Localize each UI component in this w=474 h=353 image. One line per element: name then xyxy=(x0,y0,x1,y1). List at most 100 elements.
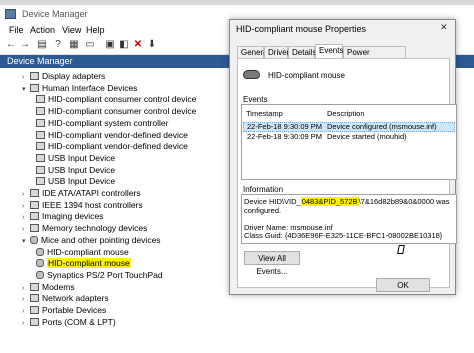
tree-item-label: IEEE 1394 host controllers xyxy=(42,199,143,210)
tree-category[interactable]: › IEEE 1394 host controllers xyxy=(22,200,143,211)
device-icon xyxy=(36,177,45,186)
device-icon xyxy=(36,130,45,139)
info-line-class-guid: Class Guid: {4D36E96F-E325-11CE-BFC1-080… xyxy=(244,231,443,240)
tree-category[interactable]: › Modems xyxy=(22,282,75,293)
tree-item-label: HID-compliant consumer control device xyxy=(48,94,197,105)
mouse-icon xyxy=(30,235,38,244)
mouse-icon xyxy=(36,270,44,279)
device-icon xyxy=(30,72,39,80)
mouse-icon xyxy=(36,247,44,256)
device-icon xyxy=(30,282,39,291)
expand-arrow-icon[interactable]: › xyxy=(22,212,30,223)
device-icon xyxy=(36,95,45,104)
collapse-arrow-icon[interactable]: ▾ xyxy=(22,84,30,95)
tree-device[interactable]: USB Input Device xyxy=(36,153,115,164)
tab-details[interactable]: Details xyxy=(288,46,316,58)
view-all-events-button[interactable]: View All Events... xyxy=(244,251,300,276)
header-label: Device Manager xyxy=(7,56,73,66)
tree-device[interactable]: HID-compliant vendor-defined device xyxy=(36,141,188,152)
menu-file[interactable]: File xyxy=(9,25,24,35)
tree-device[interactable]: HID-compliant system controller xyxy=(36,118,168,129)
device-icon xyxy=(36,118,45,127)
tree-device[interactable]: HID-compliant consumer control device xyxy=(36,106,196,117)
tree-item-label: HID-compliant mouse xyxy=(47,258,131,269)
highlighted-vid-pid: 0483&PID_572B xyxy=(300,197,359,206)
device-icon xyxy=(30,294,39,303)
tree-item-label: USB Input Device xyxy=(48,164,116,175)
expand-arrow-icon[interactable]: › xyxy=(22,294,30,305)
ok-button[interactable]: OK xyxy=(376,278,430,292)
tree-device[interactable]: HID-compliant consumer control device xyxy=(36,94,196,105)
help-icon[interactable]: ? xyxy=(52,39,64,51)
tree-item-label: Modems xyxy=(42,281,75,292)
update-driver-icon[interactable]: ▣ xyxy=(104,39,116,51)
device-icon xyxy=(30,212,39,221)
tab-general[interactable]: General xyxy=(237,46,269,58)
event-timestamp: 22-Feb-18 9:30:09 PM xyxy=(247,122,323,131)
device-icon xyxy=(30,200,39,209)
close-icon[interactable]: ✕ xyxy=(440,22,448,33)
tree-device[interactable]: USB Input Device xyxy=(36,176,115,187)
tree-category[interactable]: › Network adapters xyxy=(22,293,109,304)
tab-events[interactable]: Events xyxy=(315,44,343,58)
expand-arrow-icon[interactable]: › xyxy=(22,201,30,212)
column-header-timestamp[interactable]: Timestamp xyxy=(246,109,283,118)
dialog-title: HID-compliant mouse Properties xyxy=(236,24,367,34)
tree-category[interactable]: › Display adapters xyxy=(22,71,105,82)
expand-arrow-icon[interactable]: › xyxy=(22,283,30,294)
collapse-arrow-icon[interactable]: ▾ xyxy=(22,236,30,247)
tree-category[interactable]: › Imaging devices xyxy=(22,211,103,222)
tree-item-label: HID-compliant mouse xyxy=(47,246,129,257)
tree-category[interactable]: › Ports (COM & LPT) xyxy=(22,317,116,328)
tree-device[interactable]: Synaptics PS/2 Port TouchPad xyxy=(36,270,163,281)
download-icon[interactable]: ⬇ xyxy=(146,39,158,51)
tree-item-label: Synaptics PS/2 Port TouchPad xyxy=(47,269,163,280)
tree-device[interactable]: USB Input Device xyxy=(36,165,115,176)
device-manager-icon xyxy=(5,9,16,19)
disable-icon[interactable]: ◧ xyxy=(118,39,130,51)
tree-item-label: Ports (COM & LPT) xyxy=(42,316,116,327)
tree-item-label: Display adapters xyxy=(42,71,106,81)
tree-category[interactable]: ▾ Mice and other pointing devices xyxy=(22,235,161,246)
device-icon xyxy=(36,107,45,116)
menu-action[interactable]: Action xyxy=(30,25,55,35)
menu-view[interactable]: View xyxy=(62,25,81,35)
expand-arrow-icon[interactable]: › xyxy=(22,224,30,235)
device-icon xyxy=(30,83,39,92)
tree-device[interactable]: HID-compliant mouse xyxy=(36,258,131,269)
tree-category[interactable]: ▾ Human Interface Devices xyxy=(22,83,137,94)
menu-help[interactable]: Help xyxy=(86,25,105,35)
expand-arrow-icon[interactable]: › xyxy=(22,72,30,83)
uninstall-icon[interactable]: ✕ xyxy=(132,39,144,51)
expand-arrow-icon[interactable]: › xyxy=(22,189,30,200)
tab-power-management[interactable]: Power Management xyxy=(343,46,406,69)
device-icon xyxy=(30,189,39,197)
information-label: Information xyxy=(243,185,284,194)
tree-category[interactable]: › Memory technology devices xyxy=(22,223,147,234)
tree-item-label: HID-compliant vendor-defined device xyxy=(48,129,188,140)
event-timestamp: 22-Feb-18 9:30:09 PM xyxy=(247,132,323,141)
expand-arrow-icon[interactable]: › xyxy=(22,306,30,317)
forward-arrow-icon[interactable]: → xyxy=(19,39,31,51)
tree-item-label: USB Input Device xyxy=(48,152,116,163)
scan-icon[interactable]: ▦ xyxy=(68,39,80,51)
expand-arrow-icon[interactable]: › xyxy=(22,318,30,329)
back-arrow-icon[interactable]: ← xyxy=(5,39,17,51)
event-description: Device configured (msmouse.inf) xyxy=(327,122,437,131)
tree-item-label: USB Input Device xyxy=(48,176,116,187)
tree-device[interactable]: HID-compliant vendor-defined device xyxy=(36,130,188,141)
monitor-icon[interactable]: ▭ xyxy=(84,39,96,51)
tree-device[interactable]: HID-compliant mouse xyxy=(36,247,129,258)
tree-category[interactable]: › Portable Devices xyxy=(22,305,106,316)
info-line-device: Device HID\VID_0483&PID_572B\7&16d82b89&… xyxy=(244,197,450,206)
tree-item-label: HID-compliant system controller xyxy=(48,117,169,128)
tree-category[interactable]: › IDE ATA/ATAPI controllers xyxy=(22,188,141,199)
device-icon xyxy=(36,153,45,162)
tree-item-label: Portable Devices xyxy=(42,305,107,315)
column-header-description[interactable]: Description xyxy=(327,109,365,118)
properties-icon[interactable]: ▤ xyxy=(36,39,48,51)
tab-driver[interactable]: Driver xyxy=(264,46,289,58)
device-name: HID-compliant mouse xyxy=(268,71,345,80)
event-description: Device started (mouhid) xyxy=(327,132,407,141)
tree-item-label: HID-compliant consumer control device xyxy=(48,106,197,117)
